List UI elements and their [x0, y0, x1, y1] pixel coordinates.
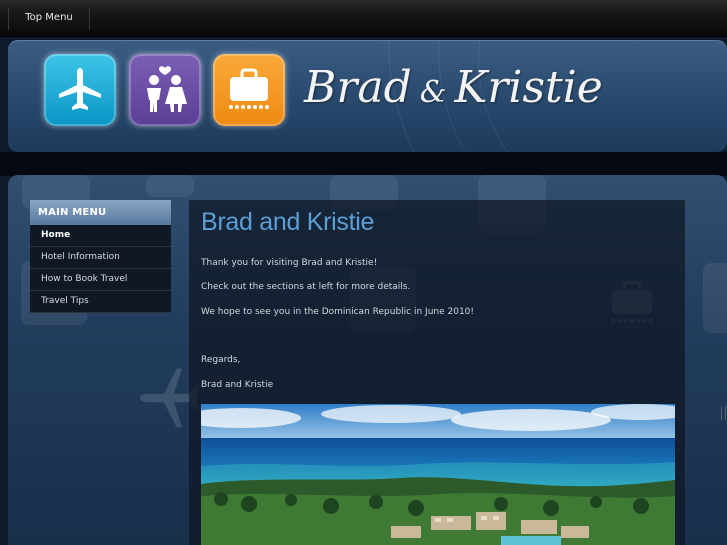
main-content: Brad and Kristie Thank you for visiting …	[189, 200, 685, 545]
top-menu-bar: Top Menu	[0, 0, 727, 37]
logo-ampersand: &	[419, 75, 447, 110]
instructions-text: Check out the sections at left for more …	[201, 282, 411, 292]
main-menu: MAIN MENU Home Hotel Information How to …	[30, 200, 171, 313]
header-divider-band	[0, 152, 727, 176]
airplane-tile	[44, 54, 116, 126]
menu-item-travel-tips[interactable]: Travel Tips	[30, 291, 171, 313]
luggage-tile	[213, 54, 285, 126]
signature-text: Brad and Kristie	[201, 380, 274, 390]
welcome-text: Thank you for visiting Brad and Kristie!	[201, 258, 378, 268]
hope-text: We hope to see you in the Dominican Repu…	[201, 307, 475, 317]
beach-resort-photo	[201, 404, 675, 545]
menu-item-home[interactable]: Home	[30, 225, 171, 247]
logo-name-kristie: Kristie	[454, 62, 603, 113]
site-logo[interactable]: Brad & Kristie	[304, 58, 624, 122]
main-menu-title: MAIN MENU	[30, 200, 171, 225]
menu-item-how-to-book-travel[interactable]: How to Book Travel	[30, 269, 171, 291]
top-menu-button[interactable]: Top Menu	[8, 8, 90, 30]
logo-name-brad: Brad	[304, 62, 412, 113]
couple-icon	[147, 66, 187, 112]
couple-tile	[129, 54, 201, 126]
regards-text: Regards,	[201, 355, 241, 365]
background-decoration	[703, 263, 727, 333]
airplane-icon	[59, 68, 101, 110]
scrollbar-grip[interactable]	[721, 406, 726, 420]
page-title: Brad and Kristie	[201, 208, 375, 236]
menu-item-hotel-information[interactable]: Hotel Information	[30, 247, 171, 269]
luggage-icon	[229, 68, 269, 109]
site-header: Brad & Kristie	[8, 40, 727, 152]
background-decoration	[146, 175, 194, 197]
